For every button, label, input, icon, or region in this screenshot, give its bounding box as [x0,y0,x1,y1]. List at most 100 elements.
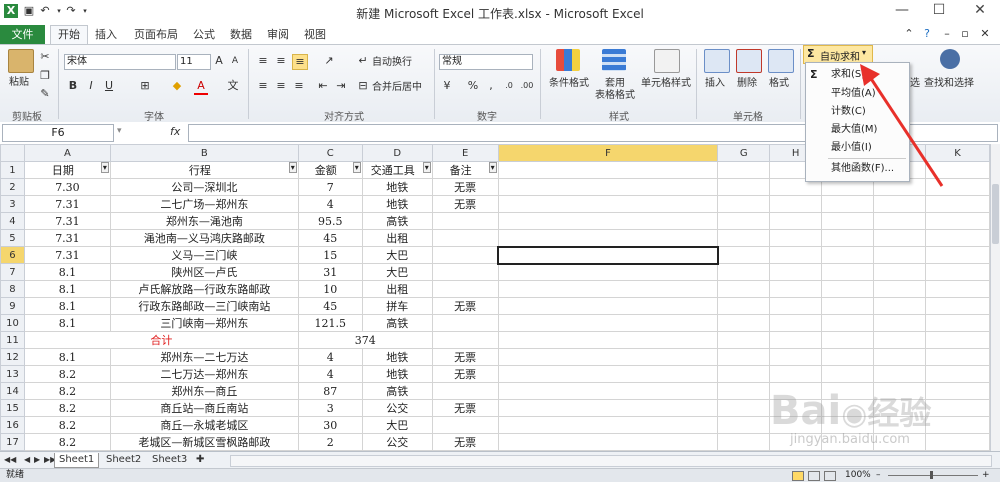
cell[interactable] [924,399,990,417]
row-header[interactable]: 9 [0,297,25,315]
cell[interactable] [717,331,771,349]
cell[interactable] [717,280,771,298]
cell[interactable]: 高铁 [361,382,433,400]
cell[interactable]: 3 [297,399,363,417]
bold-icon[interactable]: B [66,79,80,93]
tab-home[interactable]: 开始 [50,25,88,45]
cell[interactable] [873,314,926,332]
row-header[interactable]: 11 [0,331,25,349]
cell[interactable]: 地铁 [361,178,433,196]
insert-sheet-icon[interactable]: ✚ [196,453,204,467]
merge-center-icon[interactable]: ⊟ [356,79,370,93]
insert-cells-button[interactable]: 插入 [700,78,730,90]
zoom-level[interactable]: 100% [845,469,871,482]
insert-function-icon[interactable]: fx [170,125,180,138]
cell[interactable]: 大巴 [361,416,433,434]
grow-font-icon[interactable]: A [212,54,226,68]
cell[interactable] [431,263,499,281]
cut-icon[interactable]: ✂ [38,50,52,64]
cell[interactable] [497,348,719,366]
cell[interactable] [497,433,719,451]
row-header[interactable]: 4 [0,212,25,230]
orientation-icon[interactable]: ↗ [322,54,336,68]
cell[interactable] [873,229,926,247]
cell[interactable]: 8.2 [23,416,111,434]
cell[interactable] [924,416,990,434]
cell[interactable] [769,365,823,383]
cell[interactable] [497,314,719,332]
column-header[interactable]: B [109,144,299,162]
cell[interactable]: 7 [297,178,363,196]
delete-cells-button[interactable]: 删除 [732,78,762,90]
cell[interactable]: 义马—三门峡 [109,246,299,264]
filter-dropdown-icon[interactable]: ▾ [488,162,497,173]
insert-cells-icon[interactable] [704,49,730,73]
cell[interactable] [924,314,990,332]
cell[interactable] [769,246,823,264]
header-cell[interactable]: 行程 ▾ [109,161,299,179]
row-header[interactable]: 2 [0,178,25,196]
cell[interactable] [924,365,990,383]
tab-view[interactable]: 视图 [299,26,331,43]
filter-dropdown-icon[interactable]: ▾ [100,162,109,173]
cell[interactable] [821,246,875,264]
row-header[interactable]: 7 [0,263,25,281]
cell[interactable]: 公司—深圳北 [109,178,299,196]
cell[interactable]: 郑州东—二七万达 [109,348,299,366]
filter-dropdown-icon[interactable]: ▾ [422,162,431,173]
cell[interactable] [497,195,719,213]
align-center-icon[interactable]: ≡ [274,79,288,93]
cell[interactable] [924,331,990,349]
cell[interactable]: 卢氏解放路—行政东路邮政 [109,280,299,298]
cell[interactable]: 87 [297,382,363,400]
align-left-icon[interactable]: ≡ [256,79,270,93]
cell[interactable]: 121.5 [297,314,363,332]
row-header[interactable]: 14 [0,382,25,400]
cell[interactable] [497,229,719,247]
cell[interactable] [769,212,823,230]
cell[interactable]: 374 [297,331,433,349]
column-header[interactable]: E [431,144,499,162]
cell[interactable]: 8.2 [23,365,111,383]
page-layout-view-icon[interactable] [808,471,820,481]
comma-icon[interactable]: , [484,79,498,93]
cell[interactable] [769,331,823,349]
cell[interactable]: 地铁 [361,365,433,383]
cell[interactable] [821,365,875,383]
cell[interactable] [717,195,771,213]
row-header[interactable]: 13 [0,365,25,383]
paste-button[interactable]: 粘贴 [4,77,34,89]
wrap-text-button[interactable]: 自动换行 [372,57,422,69]
cell[interactable] [717,382,771,400]
cell[interactable] [821,314,875,332]
cell[interactable]: 95.5 [297,212,363,230]
cell[interactable] [924,246,990,264]
cell[interactable] [821,348,875,366]
cell[interactable] [497,399,719,417]
cell[interactable]: 大巴 [361,263,433,281]
cell[interactable]: 45 [297,297,363,315]
cell[interactable]: 商丘—永城老城区 [109,416,299,434]
cell[interactable]: 高铁 [361,314,433,332]
prev-sheet-icon[interactable]: ◀ [24,453,30,467]
scroll-thumb[interactable] [992,184,999,244]
increase-decimal-icon[interactable]: .0 [502,79,516,93]
cell[interactable] [821,212,875,230]
format-painter-icon[interactable]: ✎ [38,87,52,101]
cell[interactable]: 老城区—新城区雪枫路邮政 [109,433,299,451]
cell[interactable] [924,263,990,281]
cell[interactable]: 8.1 [23,297,111,315]
doc-minimize-icon[interactable]: – [940,27,954,41]
cell[interactable] [769,229,823,247]
cell[interactable]: 地铁 [361,195,433,213]
paste-icon[interactable] [8,49,34,73]
decrease-indent-icon[interactable]: ⇤ [316,79,330,93]
conditional-format-icon[interactable] [556,49,580,71]
tab-formulas[interactable]: 公式 [188,26,220,43]
cell[interactable] [431,212,499,230]
filter-dropdown-icon[interactable]: ▾ [352,162,361,173]
minimize-button[interactable]: — [885,0,919,22]
cell[interactable] [821,263,875,281]
cell[interactable] [431,229,499,247]
cell[interactable] [821,331,875,349]
